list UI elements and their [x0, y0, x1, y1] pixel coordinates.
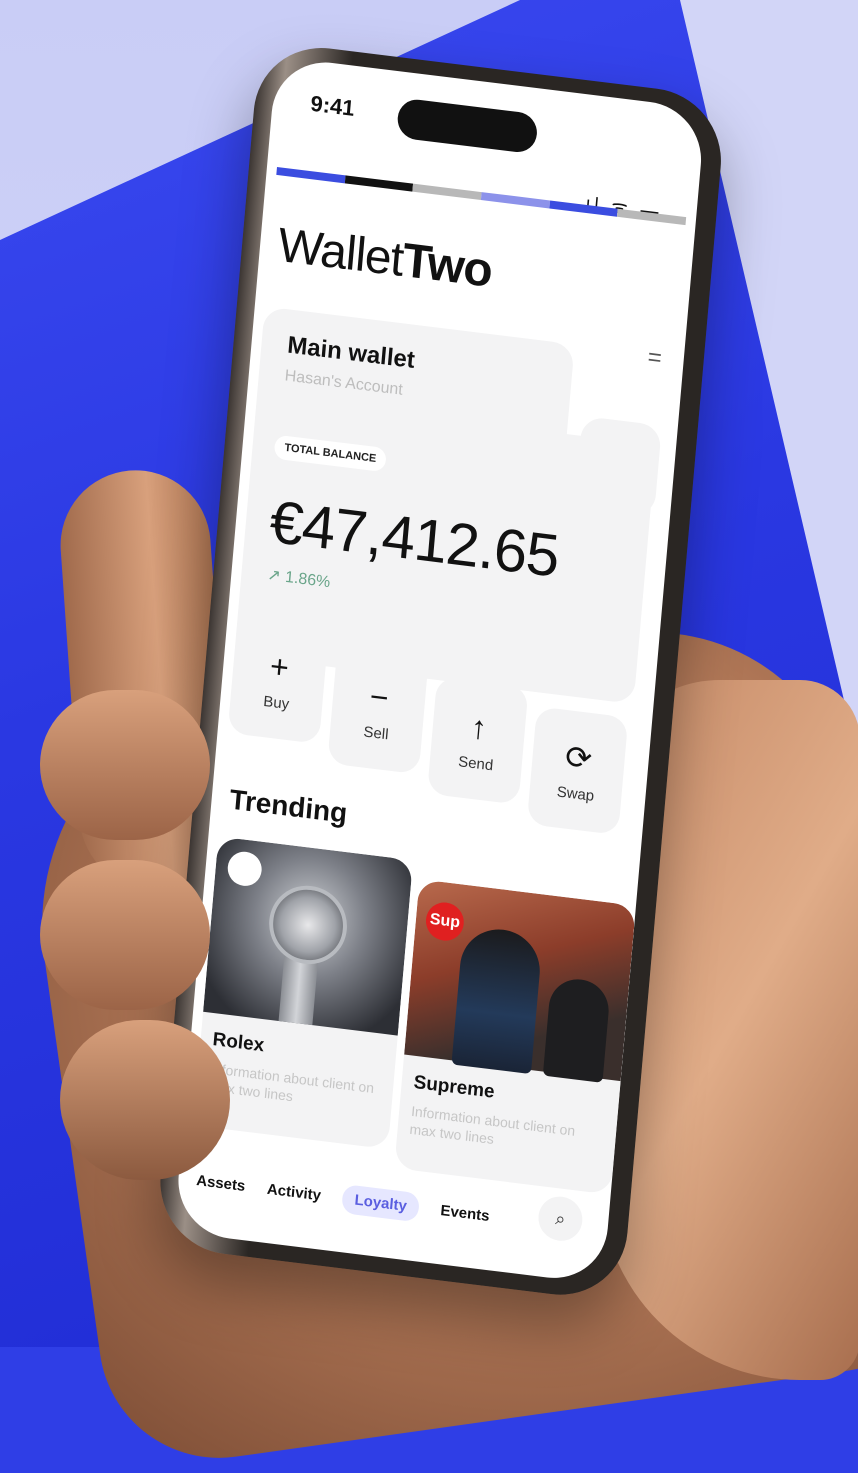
person-image — [451, 924, 544, 1075]
trending-card-supreme[interactable]: Sup Supreme Information about client on … — [394, 879, 636, 1195]
story-segment — [412, 183, 482, 201]
tab-activity[interactable]: Activity — [266, 1175, 322, 1210]
action-label: Buy — [262, 692, 290, 714]
arrow-up-icon: ↑ — [469, 708, 489, 747]
send-button[interactable]: ↑ Send — [426, 675, 529, 805]
tab-assets[interactable]: Assets — [195, 1166, 246, 1201]
hand-finger — [60, 1020, 230, 1180]
bottom-tab-bar: Assets Activity Loyalty Events — [195, 1166, 491, 1231]
tab-events[interactable]: Events — [439, 1196, 490, 1231]
sell-button[interactable]: − Sell — [327, 645, 429, 775]
buy-button[interactable]: + Buy — [227, 615, 330, 744]
tab-loyalty[interactable]: Loyalty — [341, 1184, 420, 1223]
product-description: Information about client on max two line… — [207, 1060, 375, 1105]
trending-heading: Trending — [228, 783, 349, 829]
story-segment — [344, 175, 414, 192]
product-name: Rolex — [211, 1029, 266, 1057]
dynamic-island — [396, 97, 539, 155]
brand-light: Wallet — [275, 218, 406, 287]
brand-logo-icon — [226, 849, 264, 888]
product-image — [203, 836, 414, 1036]
product-image: Sup — [404, 879, 636, 1083]
product-name: Supreme — [412, 1071, 496, 1103]
menu-icon[interactable]: = — [647, 344, 663, 374]
brand-bold: Two — [400, 234, 495, 298]
person-image — [542, 975, 612, 1083]
wallet-subtitle: Hasan's Account — [284, 367, 404, 399]
swap-button[interactable]: ⟳ Swap — [526, 706, 629, 836]
action-label: Swap — [556, 783, 595, 805]
phone-screen: 9:41 ıl ᯤ ▬ WalletTwo = Main wallet Hasa… — [173, 56, 706, 1285]
swap-icon: ⟳ — [563, 738, 594, 778]
app-logo: WalletTwo — [276, 218, 494, 299]
status-time: 9:41 — [309, 90, 356, 121]
plus-icon: + — [268, 647, 291, 686]
balance-change: ↗ 1.86% — [266, 566, 331, 592]
story-segment — [480, 192, 550, 209]
action-label: Send — [457, 753, 494, 775]
hand-finger — [40, 690, 210, 840]
product-description: Information about client on max two line… — [408, 1102, 576, 1148]
action-label: Sell — [362, 723, 390, 744]
story-segment — [276, 166, 346, 184]
watch-image — [265, 881, 351, 969]
minus-icon: − — [368, 677, 391, 717]
search-icon[interactable]: ⌕ — [536, 1194, 585, 1244]
brand-logo-badge: Sup — [424, 900, 466, 943]
wallet-title: Main wallet — [286, 331, 416, 375]
total-balance-label: TOTAL BALANCE — [273, 434, 388, 473]
hand-finger — [40, 860, 210, 1010]
